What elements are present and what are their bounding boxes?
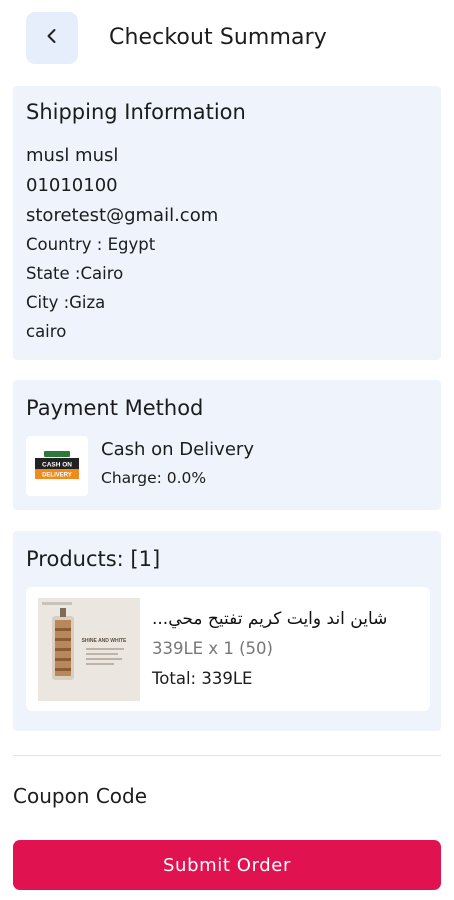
- payment-charge: Charge: 0.0%: [101, 469, 207, 487]
- shipping-info-card: Shipping Information musl musl 01010100 …: [13, 86, 441, 360]
- product-name: شاين اند وايت كريم تفتيح محي...: [152, 609, 388, 629]
- product-image-caption: SHINE AND WHITE: [82, 638, 127, 644]
- shipping-country: Country : Egypt: [26, 235, 156, 254]
- shipping-name: musl musl: [26, 145, 119, 166]
- products-card: Products: [1] SHINE AND WHITE شاين اند و…: [13, 531, 441, 731]
- shipping-city: City :Giza: [26, 293, 106, 312]
- logo-text-top: CASH ON: [42, 462, 72, 469]
- product-image: SHINE AND WHITE: [38, 598, 140, 701]
- shipping-phone: 01010100: [26, 175, 118, 196]
- logo-text-bottom: DELIVERY: [42, 473, 72, 479]
- divider: [13, 755, 441, 756]
- products-title: Products: [1]: [26, 547, 161, 571]
- submit-order-button[interactable]: Submit Order: [13, 840, 441, 890]
- product-item[interactable]: SHINE AND WHITE شاين اند وايت كريم تفتيح…: [26, 587, 430, 711]
- cash-on-delivery-logo: CASH ON DELIVERY: [26, 436, 88, 496]
- checkout-summary-page: Checkout Summary Shipping Information mu…: [0, 0, 454, 900]
- payment-method-name: Cash on Delivery: [101, 439, 254, 460]
- shipping-title: Shipping Information: [26, 100, 246, 124]
- product-price-qty: 339LE x 1 (50): [152, 639, 273, 658]
- product-total: Total: 339LE: [152, 669, 253, 688]
- shipping-state: State :Cairo: [26, 264, 124, 283]
- page-title: Checkout Summary: [109, 25, 327, 50]
- cash-on-delivery-icon: CASH ON DELIVERY: [35, 451, 79, 479]
- payment-title: Payment Method: [26, 396, 204, 420]
- payment-method-card: Payment Method CASH ON DELIVERY Cash on …: [13, 380, 441, 510]
- header: Checkout Summary: [0, 0, 454, 78]
- chevron-left-icon: [43, 27, 61, 49]
- shipping-email: storetest@gmail.com: [26, 205, 219, 226]
- coupon-code-toggle[interactable]: Coupon Code: [13, 784, 147, 808]
- back-button[interactable]: [26, 12, 78, 64]
- shipping-address: cairo: [26, 322, 67, 341]
